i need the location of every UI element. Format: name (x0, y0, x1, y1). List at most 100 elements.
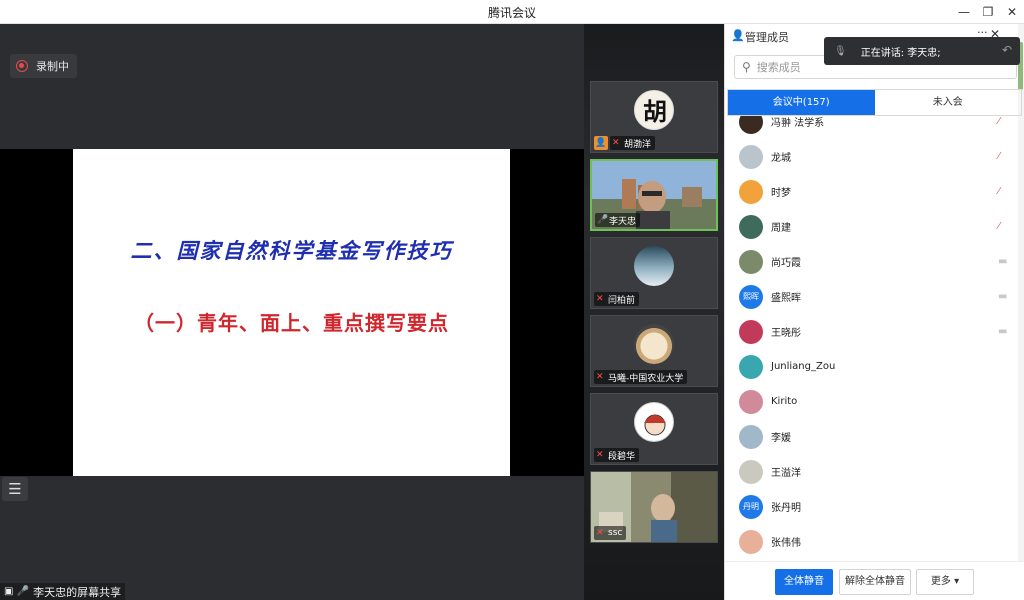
video-tile[interactable]: 胡 👤 ✕ 胡渤洋 (590, 81, 718, 153)
member-name: 张伟伟 (771, 538, 801, 549)
video-tile-active[interactable]: 🎤 李天忠 (590, 159, 718, 231)
list-icon[interactable]: ☰ (2, 477, 28, 501)
mic-muted-icon: ✕ (596, 294, 604, 304)
avatar: 胡 (634, 90, 674, 130)
screen-icon: ▣ 🎤 (4, 586, 30, 597)
mic-muted-icon[interactable]: ⁄ (998, 186, 1000, 197)
panel-footer: 全体静音 解除全体静音 更多 ▾ (725, 561, 1024, 600)
video-name-label: ✕ 马曦-中国农业大学 (594, 370, 688, 384)
member-list: 冯翀 法学系 ⁄ 龙城 ⁄ 时梦 ⁄ 周建 ⁄ 尚巧霞 ▬ 熙晖 盛熙晖 ▬ 王晓彤 ▬ Junliang_Z… (725, 116, 1018, 561)
avatar (739, 459, 763, 484)
mic-muted-icon[interactable]: ⁄ (998, 221, 1000, 232)
member-row[interactable]: 龙城 ⁄ (725, 139, 1018, 174)
camera-off-icon[interactable]: ▬ (998, 256, 1007, 267)
video-tile[interactable]: ✕ 段碧华 (590, 393, 718, 465)
speaking-notification: 🎙 正在讲话: 李天忠; ↶ (824, 37, 1020, 65)
camera-off-icon[interactable]: ▬ (998, 326, 1007, 337)
minimize-button[interactable]: — (953, 2, 975, 22)
member-row[interactable]: 王溢洋 (725, 454, 1018, 489)
mic-muted-icon[interactable]: ⁄ (998, 116, 1000, 127)
mic-muted-icon: ✕ (596, 528, 604, 538)
avatar (739, 144, 763, 169)
video-tile[interactable]: ✕ 马曦-中国农业大学 (590, 315, 718, 387)
member-name: 尚巧霞 (771, 258, 801, 269)
title-bar: 腾讯会议 — ❐ ✕ (0, 0, 1024, 24)
member-name: Junliang_Zou (771, 361, 836, 372)
members-panel: 👤 管理成员 ··· ✕ 🎙 正在讲话: 李天忠; ↶ ⚲ 会议中(157) 未… (724, 24, 1024, 600)
panel-title: 管理成员 (745, 31, 789, 44)
tab-not-joined[interactable]: 未入会 (875, 90, 1022, 115)
avatar (739, 424, 763, 449)
speaking-text: 正在讲话: 李天忠; (860, 47, 941, 59)
member-name: 龙城 (771, 153, 791, 164)
close-window-button[interactable]: ✕ (1001, 2, 1023, 22)
video-tile[interactable]: ✕ 闫柏前 (590, 237, 718, 309)
mic-muted-icon: ✕ (596, 450, 604, 460)
avatar (634, 324, 674, 364)
host-icon: 👤 (594, 136, 608, 150)
member-tabs: 会议中(157) 未入会 (727, 89, 1022, 116)
member-row[interactable]: 张伟伟 (725, 524, 1018, 559)
main-stage: 录制中 二、国家自然科学基金写作技巧 （一）青年、面上、重点撰写要点 ☰ ▣ 🎤… (0, 24, 584, 600)
share-owner-label: 李天忠的屏幕共享 (33, 585, 122, 599)
recording-indicator[interactable]: 录制中 (10, 54, 77, 78)
mic-icon: 🎤 (597, 215, 609, 225)
recording-label: 录制中 (36, 60, 69, 73)
avatar: 丹明 (739, 494, 763, 519)
member-name: 王晓彤 (771, 328, 801, 339)
mute-all-button[interactable]: 全体静音 (775, 569, 833, 595)
member-name: 王溢洋 (771, 468, 801, 479)
participant-name: 胡渤洋 (624, 139, 652, 150)
avatar (739, 179, 763, 204)
tab-in-meeting[interactable]: 会议中(157) (728, 90, 875, 115)
member-name: 冯翀 法学系 (771, 118, 825, 129)
member-row[interactable]: 丹明 张丹明 (725, 489, 1018, 524)
avatar (739, 389, 763, 414)
mic-muted-icon: ✕ (612, 138, 620, 148)
member-name: 张丹明 (771, 503, 801, 514)
more-button[interactable]: 更多 ▾ (916, 569, 974, 595)
video-strip: 胡 👤 ✕ 胡渤洋 🎤 李天忠 ✕ 闫柏前 ✕ 马曦-中国农业大学 ✕ 段碧华 … (584, 24, 724, 600)
camera-off-icon[interactable]: ▬ (998, 291, 1007, 302)
member-name: Kirito (771, 396, 798, 407)
screen-share-label: ▣ 🎤 李天忠的屏幕共享 (0, 583, 126, 600)
mic-muted-icon: ✕ (596, 372, 604, 382)
user-icon: 👤 (731, 29, 745, 42)
undo-icon[interactable]: ↶ (1002, 43, 1012, 57)
member-name: 盛熙晖 (771, 293, 801, 304)
avatar (739, 249, 763, 274)
video-name-label: ✕ 闫柏前 (594, 292, 640, 306)
search-icon: ⚲ (742, 60, 751, 74)
member-row[interactable]: 李媛 (725, 419, 1018, 454)
member-name: 周建 (771, 223, 791, 234)
member-row[interactable]: Junliang_Zou (725, 349, 1018, 384)
participant-name: 闫柏前 (608, 295, 636, 306)
avatar-char: 胡 (643, 97, 667, 126)
participant-name: 马曦-中国农业大学 (608, 373, 684, 384)
slide-subheading: （一）青年、面上、重点撰写要点 (134, 311, 449, 335)
mic-muted-icon[interactable]: ⁄ (998, 151, 1000, 162)
avatar (739, 319, 763, 344)
avatar (739, 116, 763, 134)
video-name-label: ✕ 胡渤洋 (610, 136, 656, 150)
restore-button[interactable]: ❐ (977, 2, 999, 22)
screen-share-area: 二、国家自然科学基金写作技巧 （一）青年、面上、重点撰写要点 (0, 149, 584, 476)
avatar (739, 529, 763, 554)
participant-name: 李天忠 (609, 216, 637, 227)
avatar (634, 246, 674, 286)
member-row[interactable]: 冯翀 法学系 ⁄ (725, 116, 1018, 139)
member-row[interactable]: 时梦 ⁄ (725, 174, 1018, 209)
member-row[interactable]: Kirito (725, 384, 1018, 419)
presentation-slide: 二、国家自然科学基金写作技巧 （一）青年、面上、重点撰写要点 (73, 149, 510, 476)
mic-icon: 🎙 (834, 45, 847, 57)
video-name-label: 🎤 李天忠 (595, 213, 641, 227)
member-row[interactable]: 熙晖 盛熙晖 ▬ (725, 279, 1018, 314)
video-tile[interactable]: ✕ ssc (590, 471, 718, 543)
member-row[interactable]: 王晓彤 ▬ (725, 314, 1018, 349)
window-title: 腾讯会议 (487, 6, 536, 20)
member-row[interactable]: 尚巧霞 ▬ (725, 244, 1018, 279)
avatar (739, 354, 763, 379)
member-row[interactable]: 周建 ⁄ (725, 209, 1018, 244)
member-name: 时梦 (771, 188, 791, 199)
unmute-all-button[interactable]: 解除全体静音 (839, 569, 911, 595)
